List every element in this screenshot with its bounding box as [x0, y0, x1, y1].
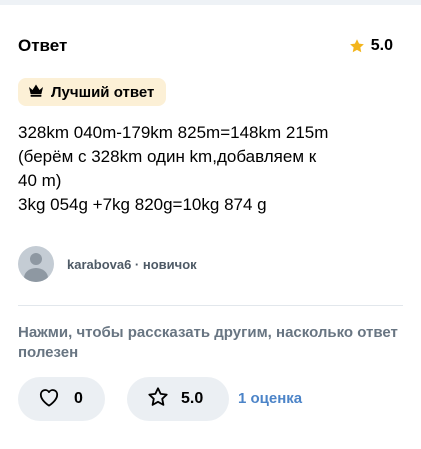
crown-icon	[28, 83, 44, 102]
answer-body: 328km 040m-179km 825m=148km 215m (берём …	[18, 121, 413, 217]
answer-line: 40 m)	[18, 171, 62, 190]
answer-line: 328km 040m-179km 825m=148km 215m	[18, 123, 329, 142]
like-count: 0	[74, 390, 83, 407]
answer-rating: 5.0	[349, 37, 393, 55]
rate-button[interactable]: 5.0	[127, 377, 229, 421]
rate-value: 5.0	[181, 390, 204, 407]
answer-line: (берём с 328km один km,добавляем к	[18, 147, 317, 166]
best-answer-label: Лучший ответ	[51, 83, 155, 101]
rating-value: 5.0	[370, 37, 393, 54]
star-outline-icon	[147, 386, 169, 413]
divider	[18, 305, 403, 306]
user-avatar-icon[interactable]	[18, 246, 54, 282]
author-name-rank[interactable]: karabova6 · новичок	[67, 257, 197, 272]
star-filled-icon	[349, 38, 365, 54]
answer-line: 3kg 054g +7kg 820g=10kg 874 g	[18, 195, 267, 214]
like-button[interactable]: 0	[18, 377, 105, 421]
best-answer-badge: Лучший ответ	[18, 78, 167, 106]
feedback-prompt: Нажми, чтобы рассказать другим, наскольк…	[18, 324, 398, 361]
rating-count-link[interactable]: 1 оценка	[238, 390, 302, 407]
answer-title: Ответ	[18, 36, 68, 55]
top-strip	[0, 0, 421, 5]
author-info[interactable]: karabova6 · новичок	[18, 246, 197, 282]
heart-outline-icon	[38, 387, 60, 412]
